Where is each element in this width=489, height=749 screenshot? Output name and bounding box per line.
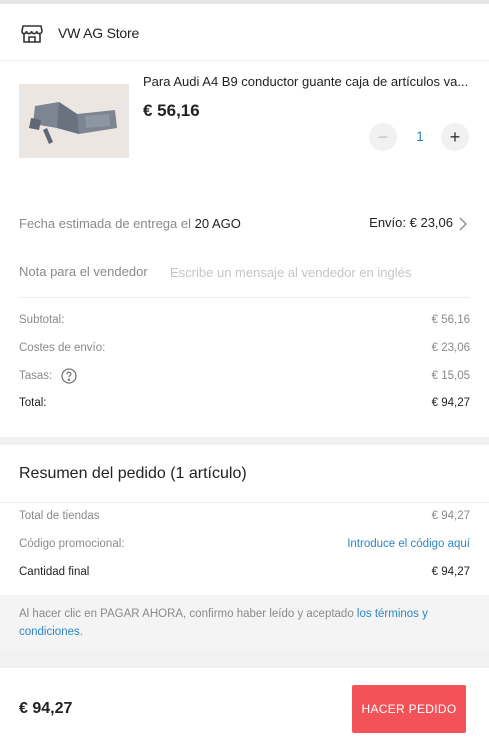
glove-box-part-image[interactable] (19, 84, 129, 158)
quantity-increase-button[interactable]: + (441, 123, 469, 151)
total-label: Total: (19, 397, 47, 409)
shipping-cost-row: Costes de envío: € 23,06 (19, 342, 470, 354)
subtotal-label: Subtotal: (19, 314, 65, 326)
delivery-date: 20 AGO (194, 216, 241, 231)
order-summary-card: Resumen del pedido (1 artículo) Total de… (0, 445, 489, 650)
quantity-decrease-button[interactable]: − (369, 123, 397, 151)
quantity-value: 1 (416, 128, 424, 144)
taxes-value: € 15,05 (431, 370, 470, 382)
store-card: VW AG Store Para Audi A4 B9 conductor gu… (0, 4, 489, 437)
promo-code-label: Código promocional: (19, 538, 125, 550)
store-header[interactable]: VW AG Store (20, 18, 139, 48)
terms-notice: Al hacer clic en PAGAR AHORA, confirmo h… (0, 595, 489, 650)
chevron-right-icon[interactable] (457, 216, 469, 232)
shipping-cost-link[interactable]: Envío: € 23,06 (369, 215, 453, 230)
seller-note-label: Nota para el vendedor (19, 264, 148, 279)
question-circle-icon[interactable] (61, 368, 78, 384)
divider (0, 60, 489, 61)
final-amount-value: € 94,27 (431, 566, 470, 578)
final-amount-label: Cantidad final (19, 566, 90, 578)
final-amount-row: Cantidad final € 94,27 (19, 566, 470, 578)
delivery-estimate: Fecha estimada de entrega el 20 AGO (19, 216, 241, 231)
product-price: € 56,16 (143, 101, 200, 120)
divider (19, 297, 470, 298)
order-summary-title: Resumen del pedido (1 artículo) (19, 465, 247, 482)
place-order-button[interactable]: HACER PEDIDO (352, 685, 466, 733)
terms-notice-end: . (79, 626, 83, 638)
divider (0, 502, 489, 503)
stores-total-row: Total de tiendas € 94,27 (19, 510, 470, 522)
terms-notice-text: Al hacer clic en PAGAR AHORA, confirmo h… (19, 608, 357, 620)
product-thumbnail (19, 84, 129, 158)
total-row: Total: € 94,27 (19, 397, 470, 409)
promo-code-row: Código promocional: Introduce el código … (19, 538, 470, 550)
shipping-cost-label: Costes de envío: (19, 342, 106, 354)
taxes-label: Tasas: (19, 370, 53, 383)
store-name: VW AG Store (58, 25, 140, 41)
shipping-cost-value: € 23,06 (431, 342, 470, 354)
stores-total-value: € 94,27 (431, 510, 470, 522)
enter-promo-code-link[interactable]: Introduce el código aquí (347, 538, 470, 550)
subtotal-row: Subtotal: € 56,16 (19, 314, 470, 326)
seller-note-input[interactable] (170, 259, 470, 285)
total-value: € 94,27 (431, 397, 470, 409)
delivery-label: Fecha estimada de entrega el (19, 216, 195, 231)
stores-total-label: Total de tiendas (19, 510, 100, 522)
checkout-bar: € 94,27 HACER PEDIDO (0, 668, 489, 749)
checkout-total: € 94,27 (19, 700, 73, 717)
product-title[interactable]: Para Audi A4 B9 conductor guante caja de… (143, 74, 473, 89)
subtotal-value: € 56,16 (431, 314, 470, 326)
storefront-icon (21, 25, 43, 43)
taxes-row: Tasas: € 15,05 (19, 368, 470, 384)
